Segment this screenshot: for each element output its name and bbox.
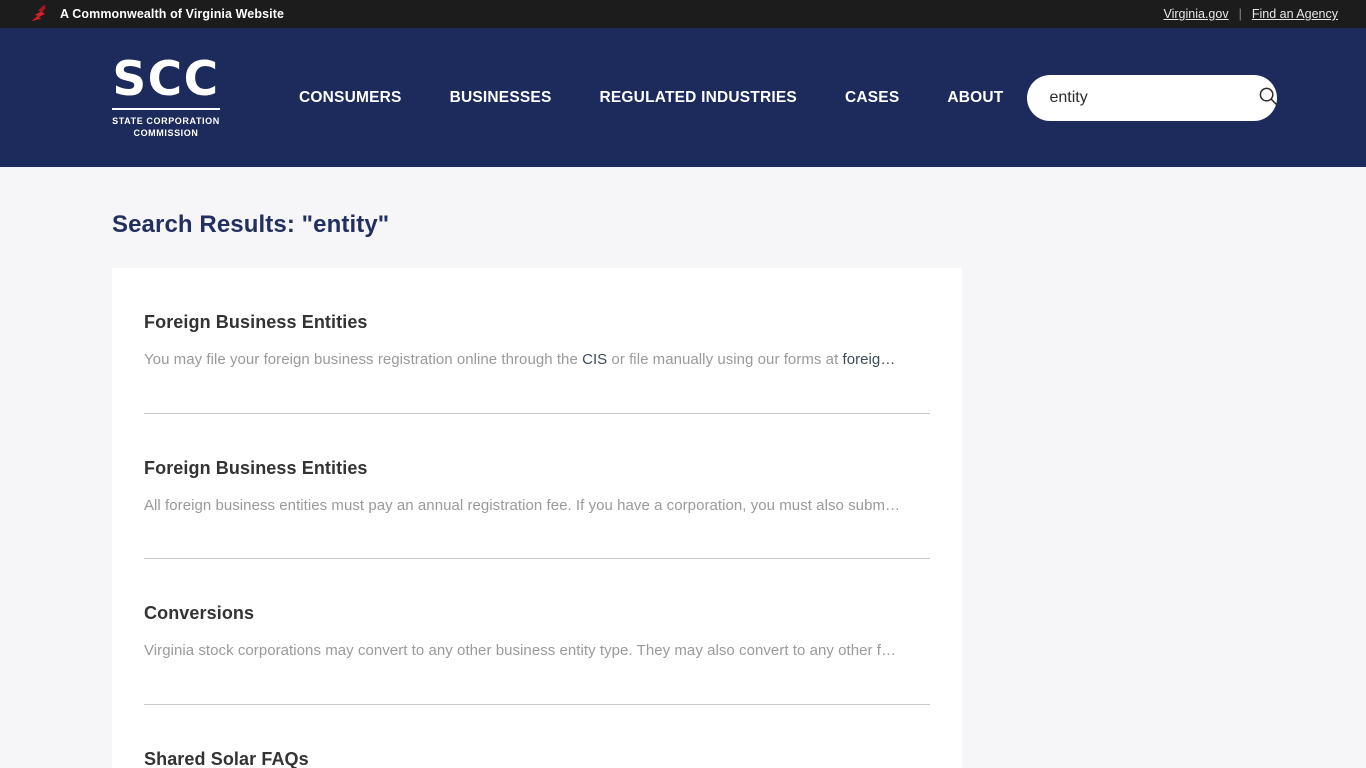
link-separator: | xyxy=(1238,7,1242,21)
nav-item-businesses[interactable]: BUSINESSES xyxy=(426,79,576,117)
snippet-link-cis[interactable]: CIS xyxy=(582,351,607,368)
search-input[interactable] xyxy=(1047,87,1259,108)
snippet-text: You may file your foreign business regis… xyxy=(144,351,583,368)
search-submit-button[interactable] xyxy=(1258,85,1279,111)
commonwealth-label: A Commonwealth of Virginia Website xyxy=(60,7,285,21)
search-box[interactable] xyxy=(1027,74,1279,121)
nav-item-cases[interactable]: CASES xyxy=(821,79,923,117)
search-icon xyxy=(1258,86,1279,110)
search-result-item[interactable]: Foreign Business Entities You may file y… xyxy=(144,268,930,414)
search-result-title[interactable]: Foreign Business Entities xyxy=(144,458,930,479)
snippet-text-mid: or file manually using our forms at xyxy=(607,351,843,368)
commonwealth-links: Virginia.gov | Find an Agency xyxy=(1163,7,1338,21)
nav-item-consumers[interactable]: CONSUMERS xyxy=(275,79,426,117)
search-result-title[interactable]: Shared Solar FAQs xyxy=(144,749,930,768)
search-result-item[interactable]: Shared Solar FAQs Yes, provided the enti… xyxy=(144,705,930,768)
search-result-title[interactable]: Foreign Business Entities xyxy=(144,312,930,333)
logo-subtitle-line2: COMMISSION xyxy=(133,128,199,139)
site-header: SCC STATE CORPORATION COMMISSION CONSUME… xyxy=(0,28,1366,167)
snippet-link-foreign[interactable]: foreig… xyxy=(843,351,896,368)
commonwealth-bar: A Commonwealth of Virginia Website Virgi… xyxy=(0,0,1366,28)
main-navigation: CONSUMERS BUSINESSES REGULATED INDUSTRIE… xyxy=(275,79,1027,117)
search-result-title[interactable]: Conversions xyxy=(144,603,930,624)
search-result-item[interactable]: Foreign Business Entities All foreign bu… xyxy=(144,414,930,559)
virginia-cardinal-icon xyxy=(28,4,50,24)
commonwealth-brand: A Commonwealth of Virginia Website xyxy=(28,4,284,24)
logo-divider xyxy=(112,108,220,111)
search-result-snippet: You may file your foreign business regis… xyxy=(144,350,930,370)
page-content: Search Results: "entity" Foreign Busines… xyxy=(0,211,1366,768)
search-results-list: Foreign Business Entities You may file y… xyxy=(112,268,962,768)
logo-acronym: SCC xyxy=(112,51,220,107)
search-result-snippet: Virginia stock corporations may convert … xyxy=(144,642,897,659)
scc-logo[interactable]: SCC STATE CORPORATION COMMISSION xyxy=(112,51,220,140)
nav-item-about[interactable]: ABOUT xyxy=(923,79,1027,117)
page-title: Search Results: "entity" xyxy=(112,211,390,238)
nav-item-regulated-industries[interactable]: REGULATED INDUSTRIES xyxy=(575,79,820,117)
search-result-snippet: All foreign business entities must pay a… xyxy=(144,496,901,514)
search-result-item[interactable]: Conversions Virginia stock corporations … xyxy=(144,559,930,705)
link-find-an-agency[interactable]: Find an Agency xyxy=(1252,7,1338,21)
logo-subtitle-line1: STATE CORPORATION xyxy=(112,116,220,127)
link-virginia-gov[interactable]: Virginia.gov xyxy=(1163,7,1228,21)
